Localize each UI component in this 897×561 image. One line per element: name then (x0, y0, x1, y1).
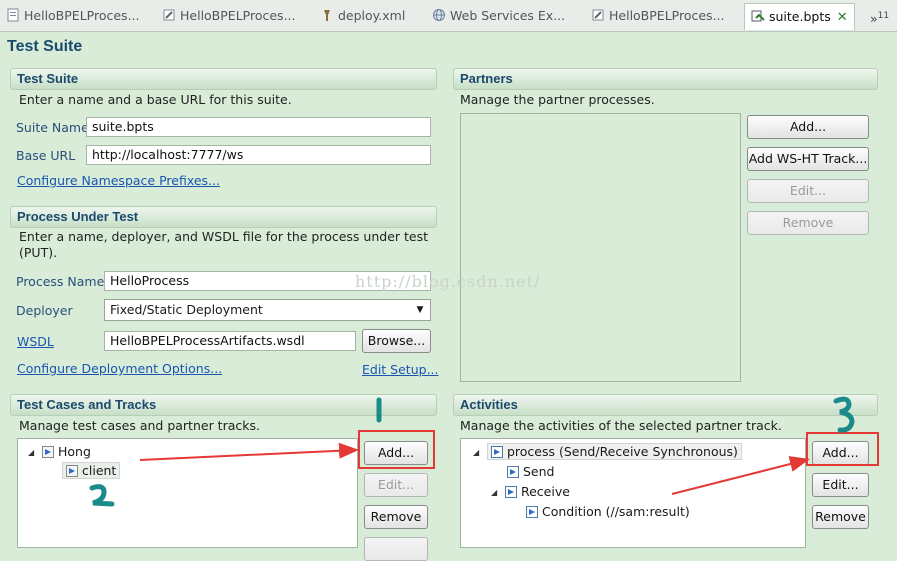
marker-numeral-3 (833, 396, 855, 433)
annotation-overlay (89, 396, 855, 507)
marker-numeral-2 (89, 484, 115, 507)
arrow-to-client (139, 442, 359, 461)
arrow-to-receive (671, 456, 810, 495)
